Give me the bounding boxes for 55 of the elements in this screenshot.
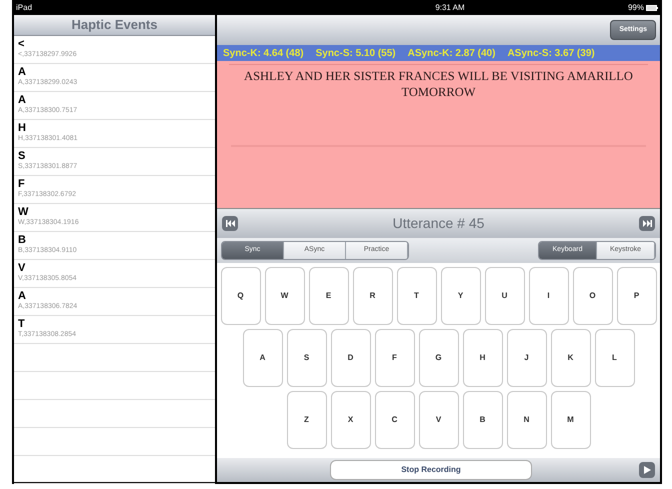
key-button[interactable]: R: [352, 267, 392, 325]
skip-forward-icon: [642, 220, 652, 227]
key-button[interactable]: M: [550, 391, 590, 449]
event-letter: H: [18, 122, 27, 134]
battery-label: 99%: [628, 2, 644, 14]
key-button[interactable]: J: [506, 329, 546, 387]
key-button[interactable]: I: [528, 267, 568, 325]
key-button[interactable]: D: [330, 329, 370, 387]
event-letter: F: [18, 178, 26, 190]
prompt-text: ASHLEY AND HER SISTER FRANCES WILL BE VISITING AMARILLO TOMORROW: [243, 68, 634, 100]
previous-button[interactable]: [222, 216, 238, 231]
event-letter: A: [18, 290, 27, 302]
key-button[interactable]: V: [418, 391, 458, 449]
key-button[interactable]: A: [242, 329, 282, 387]
key-button[interactable]: G: [418, 329, 458, 387]
key-button[interactable]: H: [462, 329, 502, 387]
score-label: Sync-K: 4.64 (48): [223, 46, 304, 60]
key-button[interactable]: K: [550, 329, 590, 387]
sidebar-title: Haptic Events: [72, 16, 158, 34]
carrier-label: iPad: [16, 2, 32, 14]
play-icon: [644, 466, 650, 474]
event-letter: S: [18, 150, 26, 162]
score-label: ASync-S: 3.67 (39): [507, 46, 595, 60]
key-button[interactable]: T: [396, 267, 436, 325]
key-button[interactable]: P: [616, 267, 656, 325]
battery-icon: [646, 4, 658, 10]
key-button[interactable]: Q: [220, 267, 260, 325]
key-button[interactable]: O: [572, 267, 612, 325]
key-button[interactable]: B: [462, 391, 502, 449]
key-button[interactable]: L: [594, 329, 634, 387]
event-letter: B: [18, 234, 27, 246]
skip-back-icon: [226, 220, 234, 227]
event-letter: W: [18, 206, 30, 218]
event-letter: A: [18, 94, 27, 106]
key-button[interactable]: N: [506, 391, 546, 449]
event-letter: T: [18, 318, 26, 330]
key-button[interactable]: W: [264, 267, 304, 325]
key-button[interactable]: U: [484, 267, 524, 325]
next-button[interactable]: [639, 216, 655, 231]
key-button[interactable]: F: [374, 329, 414, 387]
key-button[interactable]: E: [308, 267, 348, 325]
key-button[interactable]: Y: [440, 267, 480, 325]
event-letter: V: [18, 262, 26, 274]
key-button[interactable]: S: [286, 329, 326, 387]
event-letter: A: [18, 66, 27, 78]
key-button[interactable]: X: [330, 391, 370, 449]
clock-label: 9:31 AM: [435, 2, 465, 14]
event-letter: <: [18, 38, 26, 50]
stop-recording-button[interactable]: Stop Recording: [330, 460, 532, 480]
key-button[interactable]: Z: [286, 391, 326, 449]
utterance-title: Utterance # 45: [392, 214, 484, 233]
key-button[interactable]: C: [374, 391, 414, 449]
score-label: ASync-K: 2.87 (40): [408, 46, 496, 60]
play-button[interactable]: [639, 462, 655, 478]
score-label: Sync-S: 5.10 (55): [316, 46, 396, 60]
